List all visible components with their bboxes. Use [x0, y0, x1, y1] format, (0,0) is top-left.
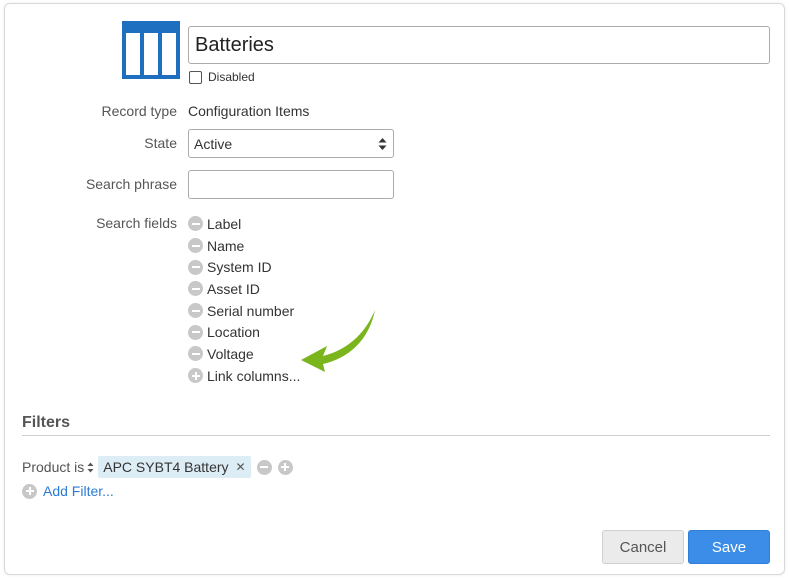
remove-field-icon[interactable] — [188, 238, 203, 254]
add-icon[interactable] — [22, 483, 37, 499]
search-fields-list: Label Name System ID Asset ID Serial num… — [188, 213, 300, 387]
title-input[interactable] — [188, 26, 770, 64]
add-filter-value-icon[interactable] — [277, 459, 293, 475]
table-icon — [122, 21, 180, 79]
filter-value-tag: APC SYBT4 Battery ✕ — [98, 456, 251, 478]
disabled-option[interactable]: Disabled — [189, 70, 255, 84]
add-filter-row[interactable]: Add Filter... — [22, 483, 114, 499]
remove-field-icon[interactable] — [188, 303, 203, 319]
save-button[interactable]: Save — [688, 530, 770, 564]
pointer-arrow-icon — [301, 310, 375, 372]
search-field-item: Asset ID — [188, 278, 300, 300]
sort-caret-icon[interactable] — [87, 462, 94, 473]
filter-value-text: APC SYBT4 Battery — [103, 459, 229, 475]
search-field-item: Label — [188, 213, 300, 235]
link-columns-link[interactable]: Link columns... — [207, 368, 300, 384]
remove-filter-icon[interactable] — [256, 459, 272, 475]
remove-field-icon[interactable] — [188, 324, 203, 340]
section-divider — [22, 435, 770, 436]
remove-field-icon[interactable] — [188, 281, 203, 297]
record-type-value: Configuration Items — [188, 103, 310, 119]
filter-row: Product is APC SYBT4 Battery ✕ — [22, 456, 293, 478]
search-phrase-input[interactable] — [188, 170, 394, 199]
search-field-item: Voltage — [188, 343, 300, 365]
add-filter-link[interactable]: Add Filter... — [43, 483, 114, 499]
state-label: State — [144, 135, 177, 151]
search-phrase-label: Search phrase — [85, 176, 177, 192]
cancel-button[interactable]: Cancel — [602, 530, 684, 564]
remove-tag-icon[interactable]: ✕ — [236, 460, 246, 474]
remove-field-icon[interactable] — [188, 346, 203, 362]
search-field-item: System ID — [188, 256, 300, 278]
filters-heading: Filters — [22, 414, 71, 431]
select-caret-icon — [378, 138, 387, 150]
record-type-label: Record type — [101, 103, 177, 119]
state-select[interactable]: Active — [188, 129, 394, 158]
search-field-item: Location — [188, 321, 300, 343]
state-select-value: Active — [194, 135, 233, 152]
search-field-item: Serial number — [188, 300, 300, 322]
search-field-item: Name — [188, 235, 300, 257]
edit-search-dialog: Disabled Record type Configuration Items… — [4, 3, 785, 575]
filter-field-label[interactable]: Product is — [22, 459, 84, 475]
remove-field-icon[interactable] — [188, 216, 203, 232]
remove-field-icon[interactable] — [188, 259, 203, 275]
disabled-checkbox[interactable] — [189, 70, 202, 84]
link-columns-row[interactable]: Link columns... — [188, 365, 300, 387]
add-icon[interactable] — [188, 368, 203, 384]
disabled-label: Disabled — [208, 70, 255, 84]
search-fields-label: Search fields — [96, 215, 177, 231]
